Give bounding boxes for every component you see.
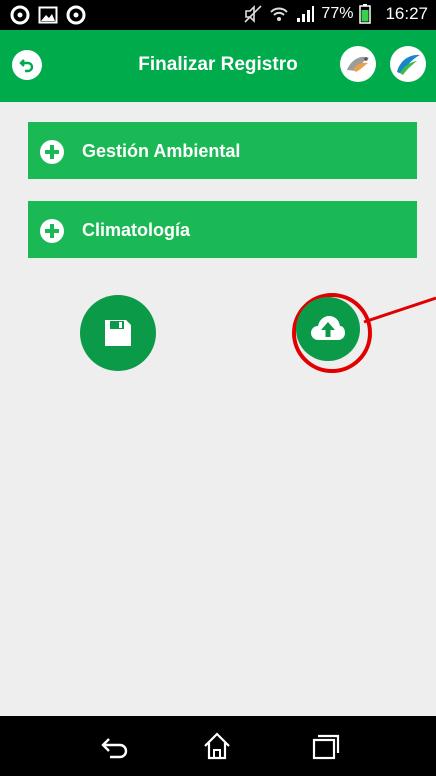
status-left-icons [10,5,86,25]
recents-icon [312,734,340,760]
leaf-logo-icon [390,46,426,82]
nav-home-button[interactable] [200,730,234,762]
status-bar: 77% 16:27 [0,0,436,30]
battery-icon [359,4,379,24]
section-gestion-ambiental[interactable]: Gestión Ambiental [28,122,417,179]
muted-icon [243,4,263,24]
image-icon [38,5,58,25]
section-label: Climatología [82,220,191,240]
content-area: Gestión Ambiental Climatología [0,102,436,716]
back-nav-icon [101,738,128,759]
status-time: 16:27 [385,4,428,23]
plus-icon [40,140,64,164]
annotation-arrow-line [363,296,436,324]
nav-recents-button[interactable] [308,730,342,762]
status-right-icons: 77% 16:27 [243,4,428,24]
upload-button[interactable] [296,297,360,361]
home-icon [204,732,230,760]
battery-percent: 77% [321,5,354,22]
signal-icon [295,4,315,24]
app-bar: Finalizar Registro [0,30,436,102]
navigation-bar [0,716,436,776]
notification-icon [66,5,86,25]
cloud-upload-icon [311,316,345,340]
section-climatologia[interactable]: Climatología [28,201,417,258]
plus-icon [40,219,64,243]
save-button[interactable] [80,295,156,371]
save-icon [105,320,131,346]
section-label: Gestión Ambiental [82,141,241,161]
nav-back-button[interactable] [98,730,132,762]
notification-icon [10,5,30,25]
bird-logo-icon [340,46,376,82]
wifi-icon [269,4,289,24]
